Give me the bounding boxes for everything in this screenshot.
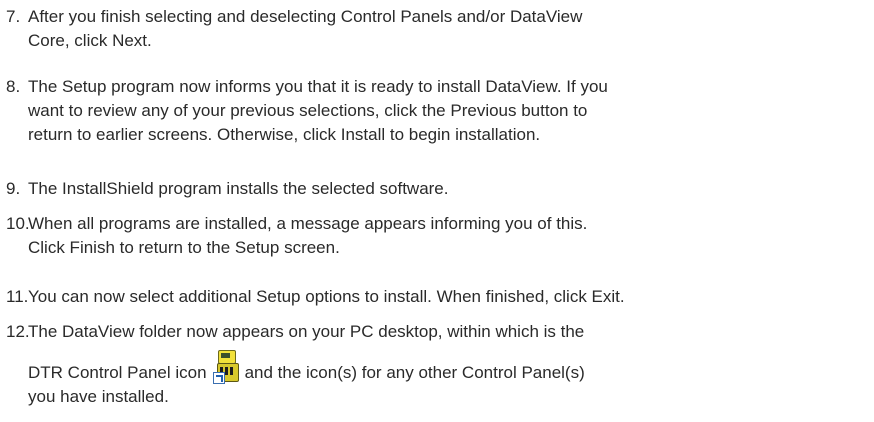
step-text-line: The DataView folder now appears on your … bbox=[28, 322, 585, 341]
step-text: The DataView folder now appears on your … bbox=[28, 320, 854, 409]
step-number: 12. bbox=[6, 322, 30, 341]
step-number: 8. bbox=[6, 77, 21, 96]
step-text-line: After you finish selecting and deselecti… bbox=[28, 7, 583, 26]
step-text-line: The InstallShield program installs the s… bbox=[28, 179, 449, 198]
step-text: The Setup program now informs you that i… bbox=[28, 75, 854, 147]
step-text-line: Click Finish to return to the Setup scre… bbox=[28, 238, 340, 257]
step-text: You can now select additional Setup opti… bbox=[28, 285, 854, 309]
step-text-line: you have installed. bbox=[28, 387, 169, 406]
step-text: When all programs are installed, a messa… bbox=[28, 212, 854, 260]
step-text: After you finish selecting and deselecti… bbox=[28, 5, 854, 53]
step-text-line-with-icon: DTR Control Panel icon and the icon(s) f… bbox=[28, 350, 854, 385]
step-text-line: When all programs are installed, a messa… bbox=[28, 214, 588, 233]
step-text: The InstallShield program installs the s… bbox=[28, 177, 854, 201]
dtr-control-panel-shortcut-icon bbox=[212, 350, 241, 384]
step-number: 10. bbox=[6, 214, 30, 233]
icon-lead-text: DTR Control Panel icon bbox=[28, 363, 207, 382]
step-text-line: The Setup program now informs you that i… bbox=[28, 77, 608, 96]
step-text-line: want to review any of your previous sele… bbox=[28, 101, 588, 120]
step-number: 9. bbox=[6, 179, 21, 198]
step-number: 11. bbox=[6, 287, 29, 306]
step-text-line: return to earlier screens. Otherwise, cl… bbox=[28, 125, 541, 144]
shortcut-arrow-icon bbox=[212, 372, 225, 384]
step-text-line: You can now select additional Setup opti… bbox=[28, 287, 625, 306]
step-number: 7. bbox=[6, 7, 21, 26]
icon-trail-text: and the icon(s) for any other Control Pa… bbox=[244, 363, 585, 382]
step-text-line: Core, click Next. bbox=[28, 31, 152, 50]
